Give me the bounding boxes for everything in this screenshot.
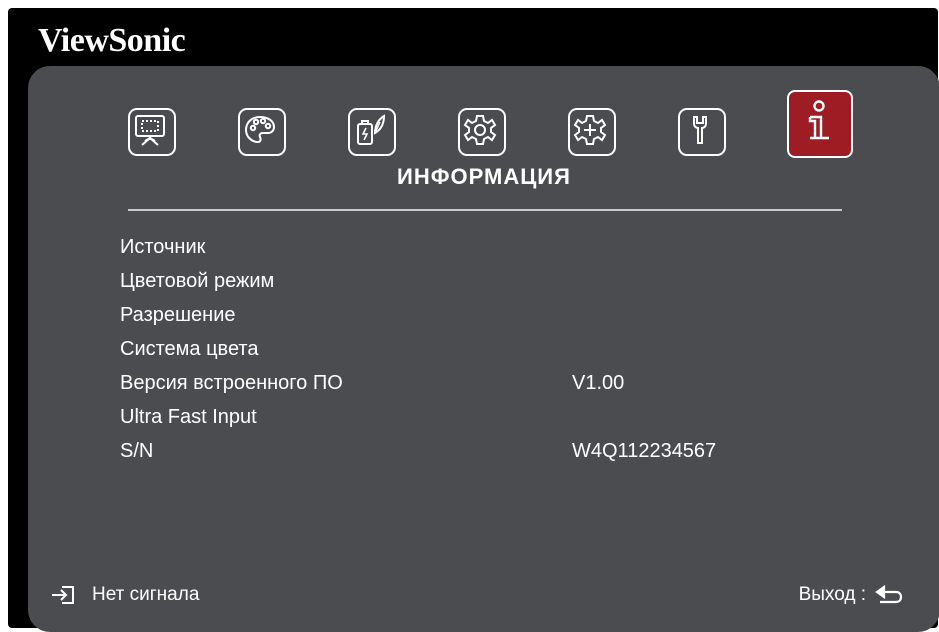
info-label: Источник	[120, 236, 206, 258]
info-value: V1.00	[572, 372, 625, 394]
info-row-resolution: Разрешение	[120, 300, 820, 330]
info-label: S/N	[120, 440, 154, 462]
basic-settings-gear-icon	[463, 115, 497, 145]
tab-advanced[interactable]	[568, 108, 616, 156]
info-value: W4Q112234567	[572, 440, 717, 462]
info-row-ultra-fast-input: Ultra Fast Input	[120, 402, 820, 432]
wrench-icon	[693, 116, 707, 144]
exit-label: Выход :	[798, 584, 866, 605]
info-label: Версия встроенного ПО	[120, 372, 343, 394]
input-source-icon	[52, 586, 74, 604]
tab-service[interactable]	[678, 108, 726, 156]
tab-information[interactable]	[787, 90, 853, 158]
osd-panel: ИНФОРМАЦИЯ Источник Цветовой режим Разре…	[28, 66, 939, 632]
info-label: Разрешение	[120, 304, 236, 326]
tab-basic[interactable]	[458, 108, 506, 156]
info-icon	[808, 100, 829, 140]
signal-status: Нет сигнала	[92, 584, 200, 605]
section-title: ИНФОРМАЦИЯ	[397, 164, 571, 189]
input-status: Нет сигнала	[50, 580, 199, 610]
palette-icon	[244, 115, 276, 144]
menu-tab-bar	[128, 90, 858, 162]
info-row-serial: S/N W4Q112234567	[120, 436, 820, 466]
advanced-settings-gear-icon	[573, 115, 607, 145]
tab-power[interactable]	[348, 108, 396, 156]
tab-display[interactable]	[128, 108, 176, 156]
info-row-source: Источник	[120, 232, 820, 262]
info-row-color-system: Система цвета	[120, 334, 820, 364]
info-label: Цветовой режим	[120, 270, 275, 292]
return-icon	[875, 584, 903, 604]
power-management-icon	[357, 114, 386, 145]
brand-logo: ViewSonic	[38, 22, 186, 59]
info-row-color-mode: Цветовой режим	[120, 266, 820, 296]
osd-window: ViewSonic ИНФОРМАЦИЯ Источник Цветовой р…	[8, 8, 939, 632]
display-icon	[135, 115, 165, 146]
tab-image[interactable]	[238, 108, 286, 156]
info-row-firmware: Версия встроенного ПО V1.00	[120, 368, 820, 398]
info-label: Система цвета	[120, 338, 259, 360]
exit-hint[interactable]: Выход :	[799, 580, 904, 610]
divider	[128, 209, 842, 211]
info-label: Ultra Fast Input	[120, 406, 257, 428]
